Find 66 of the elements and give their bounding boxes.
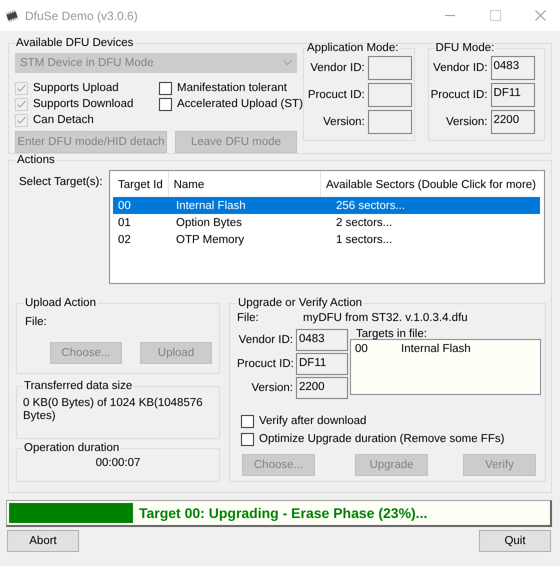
checkbox-icon bbox=[159, 98, 172, 110]
table-cell-text: 1 sectors... bbox=[335, 234, 394, 246]
table-cell-text: 02 bbox=[117, 234, 132, 246]
text-field[interactable]: 2200 bbox=[296, 377, 348, 399]
progress-text: Target 00: Upgrading - Erase Phase (23%)... bbox=[138, 505, 428, 521]
text-field[interactable]: 2200 bbox=[490, 110, 535, 134]
field-label: Version: bbox=[444, 116, 488, 128]
field-label: Select Target(s): bbox=[18, 175, 104, 190]
text-field[interactable] bbox=[368, 56, 412, 80]
checkbox-icon bbox=[241, 432, 254, 446]
text-field[interactable] bbox=[368, 110, 412, 134]
group-title: Actions bbox=[16, 154, 56, 166]
list-cell-text: 00 bbox=[355, 343, 369, 355]
file-name: myDFU from ST32. v.1.0.3.4.dfu bbox=[303, 312, 468, 324]
chevron-icon bbox=[283, 60, 292, 66]
duration-value: 00:00:07 bbox=[96, 456, 140, 469]
checkbox-icon bbox=[241, 414, 254, 428]
close-icon[interactable] bbox=[535, 10, 546, 21]
group-title: Application Mode: bbox=[306, 42, 400, 54]
field-label: Vendor ID: bbox=[309, 62, 365, 74]
table-row[interactable]: 02 OTP Memory 1 sectors... bbox=[113, 231, 540, 248]
field-label: Procuct ID: bbox=[430, 89, 488, 101]
field-label: File: bbox=[237, 312, 260, 324]
text-field[interactable]: DF11 bbox=[490, 83, 535, 107]
field-label: Vendor ID: bbox=[238, 334, 293, 346]
group-title: Upgrade or Verify Action bbox=[237, 297, 364, 309]
group-title: Operation duration bbox=[23, 442, 120, 454]
table-cell-text: 01 bbox=[117, 216, 132, 228]
field-label: Targets in file: bbox=[355, 327, 428, 339]
target-list[interactable]: 00 Internal Flash bbox=[350, 339, 541, 395]
button[interactable]: Abort bbox=[7, 530, 79, 552]
checkbox[interactable]: Verify after download bbox=[241, 413, 538, 429]
table-cell-text: 00 bbox=[117, 200, 132, 212]
list-cell: Internal Flash bbox=[401, 343, 471, 355]
table-cell-text: OTP Memory bbox=[175, 234, 246, 246]
text-field[interactable]: 0483 bbox=[296, 329, 348, 351]
window-title: DfuSe Demo (v3.0.6) bbox=[25, 8, 139, 22]
field-label: Vendor ID: bbox=[432, 62, 488, 74]
field-label: Version: bbox=[250, 382, 293, 394]
table-row[interactable]: 00 Internal Flash 256 sectors... bbox=[113, 197, 540, 214]
group-title: DFU Mode: bbox=[434, 42, 496, 54]
text-field[interactable] bbox=[368, 83, 412, 107]
checkbox-icon bbox=[159, 82, 172, 94]
group-title: Upload Action bbox=[24, 297, 97, 309]
text-field[interactable]: 0483 bbox=[490, 56, 535, 80]
field-label: Version: bbox=[322, 116, 365, 128]
table-cell-text: Internal Flash bbox=[175, 200, 247, 212]
table-cell-text: Option Bytes bbox=[175, 216, 243, 228]
transfer-size-text: 0 KB(0 Bytes) of 1024 KB(1048576 Bytes) bbox=[23, 396, 203, 423]
group-title: Transferred data size bbox=[23, 380, 134, 392]
group-title: Available DFU Devices bbox=[15, 37, 134, 49]
table-row[interactable]: 01 Option Bytes 2 sectors... bbox=[113, 214, 540, 231]
field-label: Procuct ID: bbox=[306, 89, 365, 101]
column-header[interactable]: Available Sectors (Double Click for more) bbox=[320, 171, 540, 197]
button[interactable]: Quit bbox=[479, 530, 551, 552]
text-field[interactable]: DF11 bbox=[296, 353, 348, 375]
checkbox-icon bbox=[15, 114, 28, 126]
chip-icon bbox=[5, 10, 19, 22]
field-label: Procuct ID: bbox=[237, 358, 293, 370]
checkbox[interactable]: Optimize Upgrade duration (Remove some FFs) bbox=[241, 431, 538, 447]
table-cell-text: 2 sectors... bbox=[335, 216, 394, 228]
checkbox-icon bbox=[15, 98, 28, 110]
target-table[interactable]: Target Id Name Available Sectors (Double Click for more) 00 Internal Flash 256 sectors... 01 Option Bytes 2 sectors... 02 OTP Memory 1 sectors... bbox=[109, 170, 545, 284]
checkbox-icon bbox=[15, 82, 28, 94]
field-label: File: bbox=[24, 315, 48, 328]
table-cell-text: 256 sectors... bbox=[335, 200, 406, 212]
